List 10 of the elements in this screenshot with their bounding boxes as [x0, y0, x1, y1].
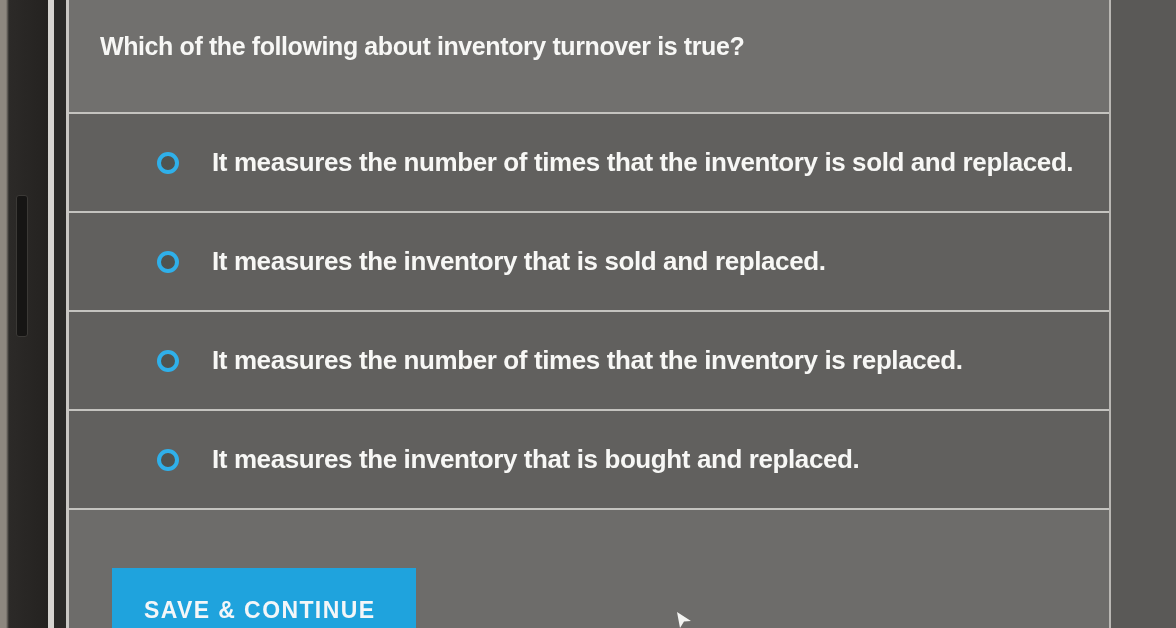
radio-button[interactable] [157, 151, 179, 174]
radio-button[interactable] [157, 448, 179, 471]
radio-button[interactable] [157, 349, 179, 372]
answer-option[interactable]: It measures the inventory that is sold and replaced. [69, 213, 1109, 312]
answer-option[interactable]: It measures the number of times that the inventory is sold and replaced. [69, 114, 1109, 213]
question-text: Which of the following about inventory turnover is true? [100, 32, 745, 60]
cursor-icon [677, 612, 691, 628]
answer-option[interactable]: It measures the number of times that the inventory is replaced. [69, 312, 1109, 411]
radio-button[interactable] [157, 250, 179, 273]
answer-option[interactable]: It measures the inventory that is bought and replaced. [69, 411, 1109, 510]
